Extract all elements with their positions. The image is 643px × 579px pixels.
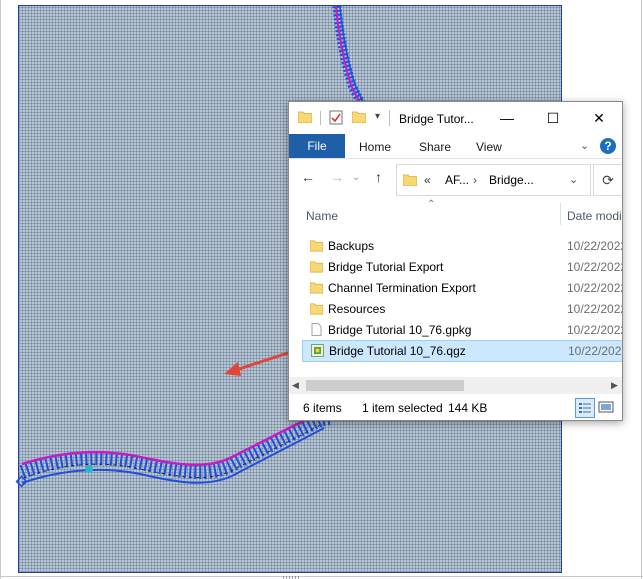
address-segment[interactable]: Bridge...: [489, 173, 534, 187]
file-date: 10/22/2022: [567, 239, 622, 253]
upper-channel: [332, 5, 367, 107]
navigation-bar: ← → ⌄ ↑ « AF... › Bridge... ⌄ ⟳: [289, 159, 622, 199]
recent-locations-icon[interactable]: ⌄: [352, 172, 360, 183]
maximize-button[interactable]: ☐: [530, 102, 576, 134]
title-separator: [389, 110, 390, 126]
chevron-right-icon[interactable]: ›: [473, 173, 477, 187]
status-bar: 6 items 1 item selected 144 KB: [289, 394, 622, 420]
scroll-right-icon[interactable]: ▶: [611, 380, 618, 391]
qgis-project-icon: [311, 344, 324, 357]
back-arrow-icon[interactable]: ←: [301, 169, 315, 185]
window-title: Bridge Tutor...: [399, 112, 474, 126]
file-date: 10/22/2022: [567, 323, 622, 337]
folder-icon[interactable]: [298, 111, 312, 123]
lower-channel: [15, 410, 332, 488]
list-item[interactable]: Bridge Tutorial Export 10/22/2022: [302, 257, 622, 277]
address-bar[interactable]: « AF... › Bridge... ⌄: [396, 164, 591, 196]
horizontal-scrollbar[interactable]: ◀ ▶: [289, 377, 622, 394]
tab-file[interactable]: File: [289, 134, 345, 158]
list-item[interactable]: Channel Termination Export 10/22/2022: [302, 278, 622, 298]
help-icon[interactable]: ?: [600, 138, 616, 154]
file-date: 10/22/2022: [567, 302, 622, 316]
file-name: Bridge Tutorial 10_76.gpkg: [328, 323, 472, 337]
ribbon-tabs: File Home Share View ⌄ ?: [289, 134, 622, 159]
folder-icon: [310, 261, 323, 273]
close-button[interactable]: ✕: [576, 102, 622, 134]
file-date: 10/22/2022: [567, 281, 622, 295]
large-icons-view-icon[interactable]: [598, 399, 614, 415]
forward-arrow-icon[interactable]: →: [330, 169, 344, 185]
list-item[interactable]: Backups 10/22/2022: [302, 236, 622, 256]
folder-icon: [403, 174, 417, 186]
file-name: Backups: [328, 239, 375, 253]
list-item[interactable]: Bridge Tutorial 10_76.gpkg 10/22/2022: [302, 320, 622, 340]
file-date: 10/22/2022: [567, 260, 622, 274]
file-name: Channel Termination Export: [328, 281, 476, 295]
column-header-name[interactable]: Name: [306, 209, 338, 223]
file-name: Bridge Tutorial Export: [328, 260, 444, 274]
list-item-selected[interactable]: Bridge Tutorial 10_76.qgz 10/22/2022: [302, 340, 622, 362]
column-divider[interactable]: [560, 203, 561, 225]
up-arrow-icon[interactable]: ↑: [375, 169, 382, 185]
tab-view[interactable]: View: [476, 140, 502, 154]
refresh-icon[interactable]: ⟳: [593, 164, 622, 196]
selection-status: 1 item selected: [362, 401, 443, 415]
scroll-left-icon[interactable]: ◀: [292, 380, 299, 391]
file-explorer-window[interactable]: ▾ Bridge Tutor... — ☐ ✕ File Home Share …: [288, 101, 623, 421]
address-overflow[interactable]: «: [424, 173, 431, 187]
file-name: Resources: [328, 302, 386, 316]
details-view-icon[interactable]: [575, 398, 595, 418]
file-list[interactable]: ⌃ Name Date modi Backups 10/22/2022 Brid…: [289, 199, 622, 377]
minimize-button[interactable]: —: [484, 102, 530, 134]
folder-icon: [310, 303, 323, 315]
quick-access-separator: [320, 111, 321, 125]
list-item[interactable]: Resources 10/22/2022: [302, 299, 622, 319]
properties-icon[interactable]: [329, 110, 343, 125]
tab-home[interactable]: Home: [359, 140, 391, 154]
scrollbar-thumb[interactable]: [306, 380, 464, 391]
customize-toolbar-icon[interactable]: ▾: [375, 111, 380, 122]
column-header-date[interactable]: Date modi: [567, 209, 622, 223]
chevron-down-icon[interactable]: ⌄: [569, 173, 578, 186]
file-name: Bridge Tutorial 10_76.qgz: [329, 344, 466, 358]
expand-ribbon-icon[interactable]: ⌄: [580, 139, 589, 152]
address-segment[interactable]: AF...: [445, 173, 469, 187]
folder-icon: [310, 282, 323, 294]
tab-share[interactable]: Share: [419, 140, 451, 154]
sort-indicator-icon: ⌃: [427, 199, 436, 210]
document-icon: [311, 323, 322, 336]
item-count: 6 items: [303, 401, 342, 415]
file-date: 10/22/2022: [568, 344, 622, 358]
title-bar[interactable]: ▾ Bridge Tutor... — ☐ ✕: [289, 102, 622, 134]
selection-size: 144 KB: [448, 401, 488, 415]
folder-icon: [310, 240, 323, 252]
new-folder-icon[interactable]: [352, 111, 366, 123]
